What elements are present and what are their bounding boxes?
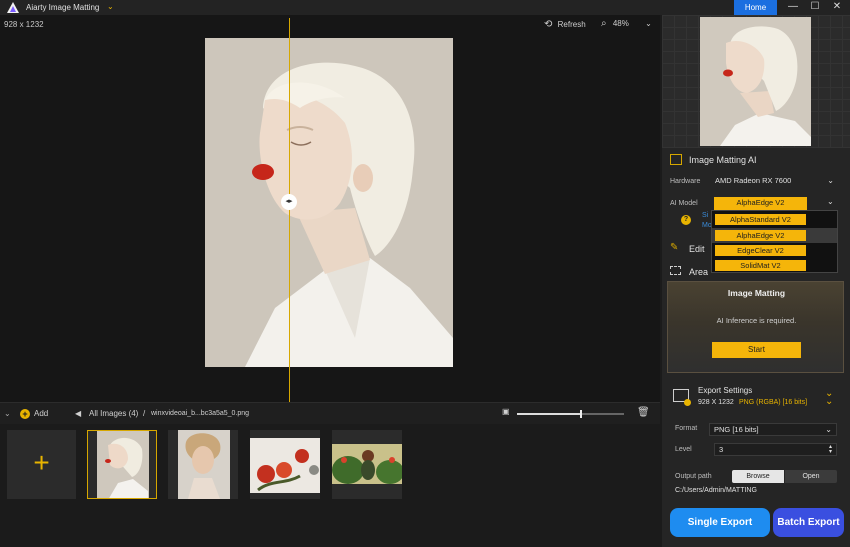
dropdown-option[interactable]: AlphaStandard V2 [715,214,806,225]
ai-model-label: AI Model [670,200,698,207]
level-label: Level [675,446,692,453]
format-select[interactable]: PNG [16 bits] ⌄ [709,423,837,436]
refresh-label: Refresh [557,20,586,29]
help-icon[interactable]: ? [681,215,691,225]
add-image-tile[interactable]: + [7,430,76,499]
image-size-icon: ▣ [502,407,510,416]
close-button[interactable]: ✕ [828,0,846,15]
add-button[interactable]: + Add [20,409,48,419]
image-matting-ai-title: Image Matting AI [689,155,757,165]
preview-panel [662,15,850,148]
batch-export-button[interactable]: Batch Export [773,508,844,537]
chevron-down-icon[interactable]: ⌄ [827,197,834,206]
chevron-down-icon: ⌄ [645,19,652,28]
home-button[interactable]: Home [734,0,777,15]
current-file-name: winxvideoai_b...bc3a5a5_0.png [151,410,250,417]
breadcrumb-separator: / [143,409,146,418]
preview-image [700,17,811,146]
compare-split-handle[interactable]: ◂▸ [281,194,297,210]
format-label: Format [675,425,698,432]
ai-model-select[interactable]: AlphaEdge V2 [714,197,807,210]
area-section-title[interactable]: Area [689,267,708,277]
area-icon [670,266,681,275]
inference-note: AI Inference is required. [716,316,797,325]
main-photo[interactable] [205,38,453,367]
all-images-link[interactable]: All Images (4) [89,409,138,418]
edit-section-title[interactable]: Edit [689,244,705,254]
image-matting-title: Image Matting [727,288,786,298]
ai-model-dropdown: AlphaStandard V2 AlphaEdge V2 EdgeClear … [711,210,838,273]
start-button[interactable]: Start [712,342,801,358]
image-matting-ai-icon [670,154,682,165]
gear-icon [684,399,691,406]
hardware-label: Hardware [670,178,701,185]
aiarty-logo-icon [7,2,19,13]
stepper-arrows-icon[interactable]: ▴ ▾ [829,444,832,455]
chevron-down-icon[interactable]: ⌄ [107,2,114,11]
export-dimensions: 928 X 1232 [698,399,734,406]
thumbnail-image [178,430,230,499]
export-settings-title: Export Settings [698,386,753,395]
title-bar: Aiarty Image Matting ⌄ Home — ☐ ✕ [0,0,850,15]
thumbnail-item[interactable] [250,430,320,499]
maximize-button[interactable]: ☐ [806,0,824,15]
export-format-summary: PNG (RGBA) [16 bits] [739,399,808,406]
thumbnail-image [250,438,320,493]
expand-icon[interactable]: ⌄ ⌄ [825,389,833,407]
compare-split-line[interactable] [289,18,290,402]
dropdown-option[interactable]: AlphaEdge V2 [715,230,806,241]
single-export-button[interactable]: Single Export [670,508,770,537]
partial-text: Si [702,212,709,219]
add-icon: + [20,409,30,419]
format-value: PNG [16 bits] [714,425,759,434]
dropdown-option[interactable]: SolidMat V2 [715,260,806,271]
thumbnail-item[interactable] [168,430,238,499]
output-path-label: Output path [675,473,712,480]
slider-handle[interactable] [580,410,583,418]
minimize-button[interactable]: — [784,0,802,15]
preview-portrait [700,17,811,146]
zoom-control[interactable]: ⌕ 48% ⌄ [601,18,652,29]
chevron-down-icon: ⌄ [827,176,834,185]
thumbnail-image [332,444,402,484]
edit-icon: ✎ [670,242,679,253]
zoom-level: 48% [612,19,629,28]
dropdown-option[interactable]: EdgeClear V2 [715,245,806,256]
refresh-icon: ⟲ [544,19,553,30]
browse-button[interactable]: Browse [732,470,784,483]
slider-fill [517,413,582,415]
portrait-image [205,38,453,367]
image-matting-card: Image Matting AI Inference is required. … [667,281,844,373]
app-title: Aiarty Image Matting [26,3,100,12]
hardware-select[interactable]: AMD Radeon RX 7600 ⌄ [711,175,838,188]
thumbnail-item[interactable] [332,430,402,499]
back-icon[interactable]: ◀ [75,409,81,418]
refresh-button[interactable]: ⟲ Refresh [544,19,586,30]
trash-icon[interactable]: 🗑 [637,407,650,418]
hardware-value: AMD Radeon RX 7600 [715,176,792,185]
image-dimensions: 928 x 1232 [4,20,44,29]
level-stepper[interactable]: 3 ▴ ▾ [714,443,837,456]
thumbnail-size-slider[interactable] [517,410,624,418]
collapse-icon[interactable]: ⌄ [4,409,11,418]
image-list-toolbar: ⌄ + Add ◀ All Images (4) / winxvideoai_b.… [0,402,660,424]
open-button[interactable]: Open [785,470,837,483]
output-path-value: C:/Users/Admin/MATTING [675,487,757,494]
thumbnail-strip: + [0,424,660,547]
level-value: 3 [719,445,724,454]
zoom-icon: ⌕ [601,18,607,29]
ai-model-value: AlphaEdge V2 [736,198,785,207]
chevron-down-icon: ⌄ [825,425,832,434]
thumbnail-image [97,431,149,498]
add-label: Add [34,409,49,419]
thumbnail-item[interactable] [87,430,157,499]
